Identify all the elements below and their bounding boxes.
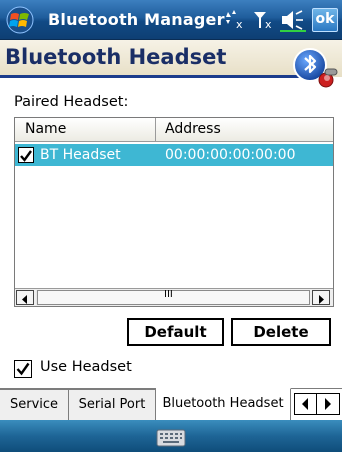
use-headset-label[interactable]: Use Headset [40,359,132,375]
paired-headset-list[interactable]: Name Address BT Headset 00:00:00:00:00:0… [14,117,334,307]
checkmark-icon [16,362,30,376]
arrow-right-icon [319,295,324,304]
use-headset-checkbox[interactable] [14,360,32,378]
tab-scroll-right-button[interactable] [317,394,339,414]
header-divider [0,75,300,78]
tab-serial-port[interactable]: Serial Port [69,389,156,420]
arrow-left-icon [22,295,27,304]
tab-service[interactable]: Service [0,389,69,420]
bluetooth-logo-icon [292,47,340,91]
checkmark-icon [20,150,32,162]
keyboard-icon[interactable] [156,429,186,447]
table-row[interactable]: BT Headset 00:00:00:00:00:00 [15,144,333,166]
app-title: Bluetooth Manager [48,10,225,29]
arrow-right-icon [325,398,331,410]
menu-bar [0,420,342,452]
delete-button[interactable]: Delete [231,318,331,346]
arrow-left-icon [302,398,308,410]
tab-scroll-control[interactable] [294,393,340,415]
paired-headset-label: Paired Headset: [14,94,129,110]
signal-off-icon[interactable]: x [252,8,278,36]
windows-start-icon[interactable] [5,6,35,34]
scroll-left-button[interactable] [16,290,34,305]
list-header: Name Address [15,118,333,142]
title-bar: Bluetooth Manager x x ok [0,0,342,40]
tab-scroll-left-button[interactable] [295,394,317,414]
row-device-address: 00:00:00:00:00:00 [165,147,296,163]
default-button[interactable]: Default [127,318,224,346]
svg-text:x: x [265,18,272,31]
horizontal-scrollbar[interactable]: III [15,288,333,306]
volume-icon[interactable] [280,8,308,36]
column-header-name[interactable]: Name [15,118,156,142]
page-title: Bluetooth Headset [5,45,227,69]
connectivity-icon[interactable]: x [222,8,248,36]
row-device-name: BT Headset [40,147,121,163]
scroll-grip: III [164,289,173,300]
svg-text:x: x [236,18,243,31]
tab-bluetooth-headset[interactable]: Bluetooth Headset [156,388,291,420]
ok-button[interactable]: ok [312,8,338,32]
tab-bar: Service Serial Port Bluetooth Headset [0,388,342,420]
scroll-thumb[interactable]: III [37,289,310,305]
scroll-right-button[interactable] [312,290,330,305]
column-header-address[interactable]: Address [156,118,333,142]
row-checkbox[interactable] [18,147,34,163]
